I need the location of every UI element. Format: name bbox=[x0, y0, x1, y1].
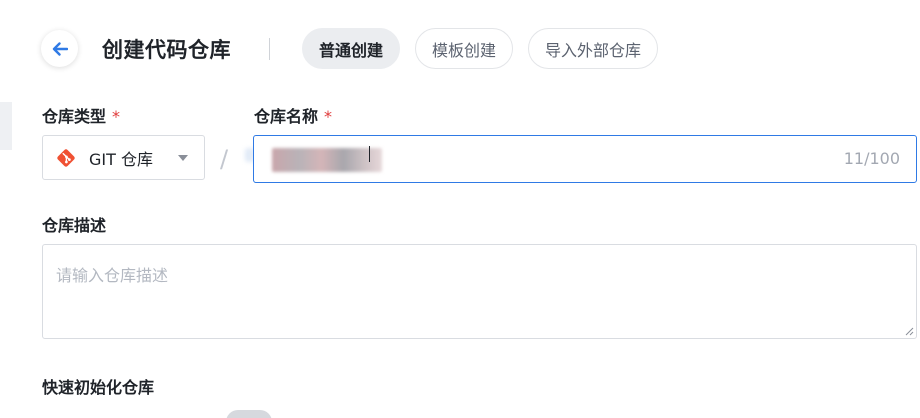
page-title: 创建代码仓库 bbox=[102, 38, 231, 62]
git-icon bbox=[55, 147, 77, 169]
repo-desc-label: 仓库描述 bbox=[42, 216, 107, 235]
sidebar-edge bbox=[0, 102, 12, 150]
repo-type-value: GIT 仓库 bbox=[89, 149, 153, 169]
arrow-left-icon bbox=[52, 41, 68, 56]
title-divider bbox=[269, 38, 270, 60]
repo-desc-placeholder: 请输入仓库描述 bbox=[56, 266, 169, 285]
repo-type-label-text: 仓库类型 bbox=[42, 107, 107, 126]
tab-normal-create[interactable]: 普通创建 bbox=[302, 28, 401, 69]
path-separator: / bbox=[220, 145, 229, 173]
quick-init-label: 快速初始化仓库 bbox=[42, 378, 155, 397]
repo-type-label: 仓库类型 * bbox=[42, 103, 120, 127]
resize-grip-icon[interactable] bbox=[904, 326, 914, 336]
required-mark: * bbox=[324, 107, 333, 126]
repo-name-input[interactable]: 11/100 bbox=[253, 135, 917, 183]
text-cursor bbox=[369, 146, 370, 162]
repo-type-select[interactable]: GIT 仓库 bbox=[42, 135, 205, 180]
repo-desc-textarea[interactable]: 请输入仓库描述 bbox=[42, 244, 917, 339]
create-mode-tabs: 普通创建 模板创建 导入外部仓库 bbox=[302, 28, 659, 69]
required-mark: * bbox=[112, 107, 121, 126]
init-toggle[interactable] bbox=[226, 410, 272, 418]
repo-name-value-redacted bbox=[272, 148, 382, 172]
chevron-down-icon bbox=[178, 155, 188, 161]
back-button[interactable] bbox=[41, 30, 78, 67]
page-header: 创建代码仓库 普通创建 模板创建 导入外部仓库 bbox=[0, 0, 920, 100]
tab-import-external[interactable]: 导入外部仓库 bbox=[528, 28, 659, 69]
repo-name-label-text: 仓库名称 bbox=[254, 107, 319, 126]
tab-template-create[interactable]: 模板创建 bbox=[415, 28, 514, 69]
repo-name-label: 仓库名称 * bbox=[254, 103, 332, 127]
char-counter: 11/100 bbox=[843, 149, 900, 168]
